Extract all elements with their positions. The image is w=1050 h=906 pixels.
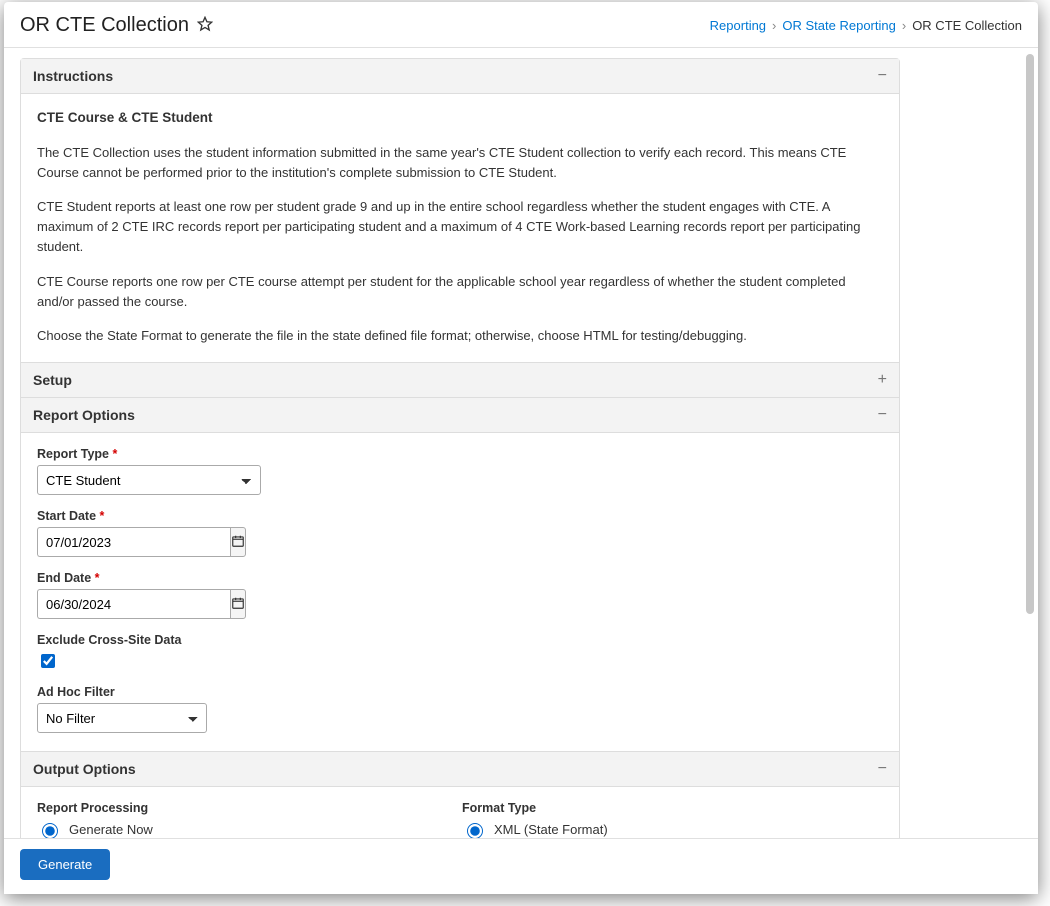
calendar-icon — [231, 534, 245, 551]
breadcrumb-current: OR CTE Collection — [912, 18, 1022, 33]
exclude-cross-site-label: Exclude Cross-Site Data — [37, 633, 883, 647]
instructions-p1: The CTE Collection uses the student info… — [37, 143, 883, 183]
instructions-p4: Choose the State Format to generate the … — [37, 326, 883, 346]
favorite-star-icon[interactable] — [197, 16, 213, 35]
section-title: Report Options — [33, 407, 135, 423]
collapse-icon: − — [878, 67, 887, 85]
collapse-icon: − — [878, 406, 887, 424]
footer-bar: Generate — [4, 838, 1038, 894]
section-header-setup[interactable]: Setup + — [21, 362, 899, 397]
exclude-cross-site-checkbox[interactable] — [41, 654, 55, 668]
instructions-subtitle: CTE Course & CTE Student — [37, 108, 883, 129]
section-title: Setup — [33, 372, 72, 388]
end-date-input[interactable] — [37, 589, 230, 619]
scrollbar-thumb[interactable] — [1026, 54, 1034, 614]
section-body-output-options: Report Processing Generate Now Submit to… — [21, 787, 899, 838]
section-title: Instructions — [33, 68, 113, 84]
report-type-label: Report Type * — [37, 447, 883, 461]
xml-format-label: XML (State Format) — [494, 822, 608, 837]
generate-button[interactable]: Generate — [20, 849, 110, 880]
section-body-instructions: CTE Course & CTE Student The CTE Collect… — [21, 94, 899, 362]
header-bar: OR CTE Collection Reporting › OR State R… — [4, 2, 1038, 48]
instructions-p3: CTE Course reports one row per CTE cours… — [37, 272, 883, 312]
expand-icon: + — [878, 371, 887, 389]
generate-now-label: Generate Now — [69, 822, 153, 837]
instructions-p2: CTE Student reports at least one row per… — [37, 197, 883, 257]
section-title: Output Options — [33, 761, 136, 777]
generate-now-radio[interactable] — [42, 823, 58, 838]
chevron-right-icon: › — [772, 18, 776, 33]
end-date-calendar-button[interactable] — [230, 589, 246, 619]
section-header-report-options[interactable]: Report Options − — [21, 397, 899, 433]
chevron-right-icon: › — [902, 18, 906, 33]
breadcrumb-or-state-reporting[interactable]: OR State Reporting — [782, 18, 895, 33]
xml-format-radio[interactable] — [467, 823, 483, 838]
collapse-icon: − — [878, 760, 887, 778]
page-title: OR CTE Collection — [20, 14, 189, 37]
section-header-instructions[interactable]: Instructions − — [21, 59, 899, 94]
start-date-calendar-button[interactable] — [230, 527, 246, 557]
format-type-label: Format Type — [462, 801, 887, 815]
section-body-report-options: Report Type * CTE Student Start Date * — [21, 433, 899, 751]
calendar-icon — [231, 596, 245, 613]
ad-hoc-filter-label: Ad Hoc Filter — [37, 685, 883, 699]
report-type-select[interactable]: CTE Student — [37, 465, 261, 495]
start-date-label: Start Date * — [37, 509, 883, 523]
section-header-output-options[interactable]: Output Options − — [21, 751, 899, 787]
scrollbar-track[interactable] — [901, 48, 1038, 838]
breadcrumb: Reporting › OR State Reporting › OR CTE … — [710, 18, 1022, 33]
end-date-label: End Date * — [37, 571, 883, 585]
ad-hoc-filter-select[interactable]: No Filter — [37, 703, 207, 733]
start-date-input[interactable] — [37, 527, 230, 557]
report-processing-label: Report Processing — [37, 801, 462, 815]
breadcrumb-reporting[interactable]: Reporting — [710, 18, 766, 33]
